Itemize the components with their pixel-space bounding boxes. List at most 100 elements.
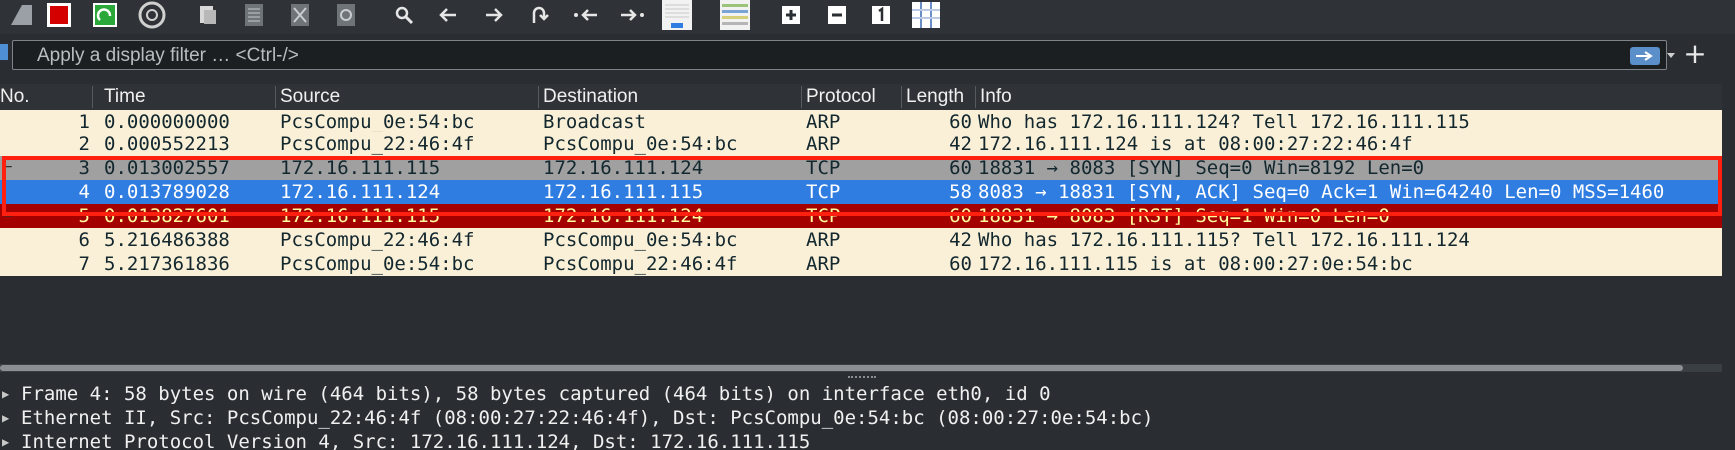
column-source[interactable]: Source <box>276 84 476 110</box>
colorize-icon[interactable] <box>718 0 752 30</box>
cell-no: 7 <box>78 253 90 275</box>
scrollbar-thumb[interactable] <box>0 365 1683 371</box>
display-filter-bar: Apply a display filter … <Ctrl-/> + <box>0 38 1735 74</box>
cell-length: 60 <box>949 111 972 133</box>
cell-time: 0.013789028 <box>104 181 230 203</box>
table-row[interactable]: 5 0.013827601 172.16.111.115 172.16.111.124… <box>0 204 1722 228</box>
open-file-icon[interactable] <box>196 0 220 30</box>
cell-destination: 172.16.111.124 <box>543 205 704 227</box>
expand-triangle-icon[interactable]: ▶ <box>2 430 9 450</box>
table-row[interactable]: 4 0.013789028 172.16.111.124 172.16.111.115… <box>0 180 1722 204</box>
detail-ip-row[interactable]: ▶ Internet Protocol Version 4, Src: 172.… <box>0 430 1735 450</box>
cell-time: 5.217361836 <box>104 253 230 275</box>
detail-frame-row[interactable]: ▶ Frame 4: 58 bytes on wire (464 bits), … <box>0 382 1735 406</box>
cell-time: 0.000000000 <box>104 111 230 133</box>
column-header: No. Time Source Destination Protocol Len… <box>0 84 1722 110</box>
cell-destination: PcsCompu_22:46:4f <box>543 253 738 275</box>
cell-protocol: ARP <box>806 111 841 133</box>
packet-details: ▶ Frame 4: 58 bytes on wire (464 bits), … <box>0 382 1735 450</box>
detail-ethernet-row[interactable]: ▶ Ethernet II, Src: PcsCompu_22:46:4f (0… <box>0 406 1735 430</box>
cell-length: 42 <box>949 229 972 251</box>
cell-protocol: ARP <box>806 133 841 155</box>
pane-splitter-grip[interactable] <box>848 376 876 380</box>
table-row[interactable]: 6 5.216486388 PcsCompu_22:46:4f PcsCompu_0e… <box>0 228 1722 252</box>
cell-destination: 172.16.111.115 <box>543 181 704 203</box>
cell-length: 60 <box>949 205 972 227</box>
go-to-packet-icon[interactable] <box>528 0 552 30</box>
column-destination[interactable]: Destination <box>539 84 739 110</box>
cell-info: Who has 172.16.111.115? Tell 172.16.111.… <box>978 229 1470 251</box>
table-row[interactable]: 1 0.000000000 PcsCompu_0e:54:bc Broadcast AR… <box>0 110 1722 134</box>
column-info[interactable]: Info <box>976 84 1096 110</box>
main-toolbar <box>0 0 1735 34</box>
chevron-down-icon[interactable] <box>1665 49 1677 63</box>
right-edge <box>1722 84 1735 364</box>
cell-info: 18831 → 8083 [RST] Seq=1 Win=0 Len=0 <box>978 205 1390 227</box>
expand-triangle-icon[interactable]: ▶ <box>2 382 9 406</box>
autoscroll-icon[interactable] <box>660 0 694 30</box>
expand-triangle-icon[interactable]: ▶ <box>2 406 9 430</box>
cell-time: 0.013827601 <box>104 205 230 227</box>
cell-source: PcsCompu_22:46:4f <box>280 229 475 251</box>
detail-frame-text: Frame 4: 58 bytes on wire (464 bits), 58… <box>21 383 1051 405</box>
cell-destination: PcsCompu_0e:54:bc <box>543 229 738 251</box>
gear-icon[interactable] <box>136 0 168 30</box>
cell-time: 5.216486388 <box>104 229 230 251</box>
table-row[interactable]: 7 5.217361836 PcsCompu_0e:54:bc PcsCompu_22… <box>0 252 1722 276</box>
cell-destination: PcsCompu_0e:54:bc <box>543 133 738 155</box>
bookmark-icon[interactable] <box>0 44 8 60</box>
table-row[interactable]: 3 0.013002557 172.16.111.115 172.16.111.124… <box>0 156 1722 180</box>
packet-list: No. Time Source Destination Protocol Len… <box>0 84 1722 288</box>
cell-source: 172.16.111.124 <box>280 181 441 203</box>
shark-fin-icon[interactable] <box>6 0 36 30</box>
cell-destination: 172.16.111.124 <box>543 157 704 179</box>
restart-icon[interactable] <box>90 0 120 30</box>
cell-no: 6 <box>78 229 90 251</box>
cell-destination: Broadcast <box>543 111 646 133</box>
cell-no: 2 <box>78 133 90 155</box>
first-packet-icon[interactable] <box>572 0 600 30</box>
cell-info: 18831 → 8083 [SYN] Seq=0 Win=8192 Len=0 <box>978 157 1425 179</box>
zoom-in-icon[interactable] <box>780 0 802 30</box>
cell-source: PcsCompu_0e:54:bc <box>280 253 475 275</box>
last-packet-icon[interactable] <box>618 0 646 30</box>
cell-length: 60 <box>949 157 972 179</box>
column-divider[interactable] <box>92 86 93 108</box>
cell-source: PcsCompu_22:46:4f <box>280 133 475 155</box>
save-file-icon[interactable] <box>242 0 266 30</box>
resize-columns-icon[interactable] <box>910 0 942 30</box>
close-file-icon[interactable] <box>288 0 312 30</box>
arrow-left-icon[interactable] <box>436 0 460 30</box>
normal-size-icon[interactable] <box>870 0 892 30</box>
cell-no: 4 <box>78 181 90 203</box>
stop-icon[interactable] <box>44 0 74 30</box>
column-no[interactable]: No. <box>0 84 92 110</box>
cell-info: 172.16.111.115 is at 08:00:27:0e:54:bc <box>978 253 1413 275</box>
column-time[interactable]: Time <box>100 84 250 110</box>
column-protocol[interactable]: Protocol <box>802 84 902 110</box>
cell-protocol: TCP <box>806 205 841 227</box>
add-filter-button[interactable]: + <box>1680 38 1710 70</box>
horizontal-scrollbar[interactable] <box>0 364 1722 372</box>
apply-filter-button[interactable] <box>1630 47 1660 65</box>
cell-info: Who has 172.16.111.124? Tell 172.16.111.… <box>978 111 1470 133</box>
cell-source: 172.16.111.115 <box>280 157 441 179</box>
cell-source: PcsCompu_0e:54:bc <box>280 111 475 133</box>
filter-placeholder: Apply a display filter … <Ctrl-/> <box>37 45 299 66</box>
zoom-out-icon[interactable] <box>826 0 848 30</box>
reload-icon[interactable] <box>334 0 358 30</box>
cell-length: 60 <box>949 253 972 275</box>
detail-ip-text: Internet Protocol Version 4, Src: 172.16… <box>21 431 811 450</box>
table-row[interactable]: 2 0.000552213 PcsCompu_22:46:4f PcsCompu_0e… <box>0 132 1722 156</box>
search-icon[interactable] <box>392 0 416 30</box>
cell-protocol: ARP <box>806 229 841 251</box>
cell-no: 1 <box>78 111 90 133</box>
arrow-right-icon <box>1636 51 1653 61</box>
cell-info: 8083 → 18831 [SYN, ACK] Seq=0 Ack=1 Win=… <box>978 181 1665 203</box>
cell-protocol: TCP <box>806 157 841 179</box>
display-filter-input[interactable]: Apply a display filter … <Ctrl-/> <box>12 40 1675 70</box>
detail-ethernet-text: Ethernet II, Src: PcsCompu_22:46:4f (08:… <box>21 407 1154 429</box>
cell-protocol: ARP <box>806 253 841 275</box>
column-length[interactable]: Length <box>902 84 974 110</box>
arrow-right-icon[interactable] <box>482 0 506 30</box>
